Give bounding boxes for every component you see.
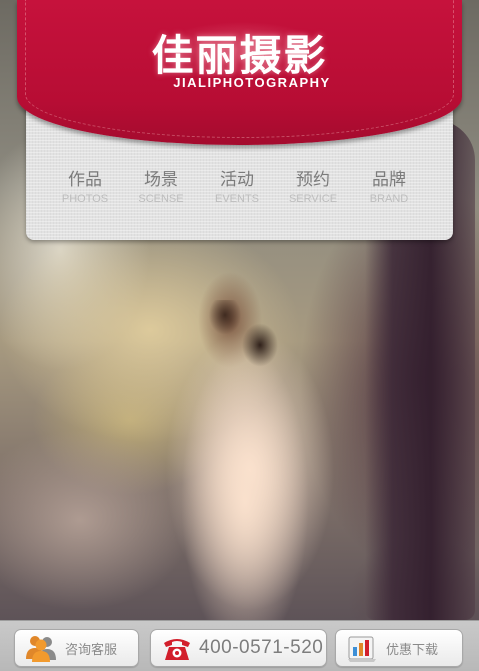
hero-photo-couple [170, 300, 330, 620]
download-label: 优惠下载 [386, 642, 439, 658]
nav-item-sublabel: SCENSE [138, 193, 184, 205]
nav-item-label: 品牌 [372, 170, 406, 190]
nav-item-brand[interactable]: 品牌 BRAND [351, 170, 427, 210]
nav-item-sublabel: SERVICE [288, 193, 338, 205]
nav-item-sublabel: EVENTS [214, 193, 259, 205]
nav-item-label: 场景 [144, 170, 178, 190]
nav-item-sublabel: BRAND [369, 193, 409, 205]
phone-button[interactable]: 400-0571-520 [150, 629, 327, 667]
brand-banner[interactable]: 佳丽摄影 JIALIPHOTOGRAPHY [17, 0, 462, 145]
nav-item-photos[interactable]: 作品 PHOTOS [47, 170, 123, 210]
nav-item-service[interactable]: 预约 SERVICE [275, 170, 351, 210]
chart-download-icon [346, 633, 378, 663]
people-icon [25, 633, 57, 663]
nav-item-label: 活动 [220, 170, 254, 190]
consult-label: 咨询客服 [65, 642, 118, 658]
main-nav: 作品 PHOTOS 场景 SCENSE 活动 EVENTS 预约 SERVICE… [47, 170, 437, 210]
nav-item-events[interactable]: 活动 EVENTS [199, 170, 275, 210]
nav-item-label: 预约 [296, 170, 330, 190]
brand-logo-cn: 佳丽摄影 [151, 31, 328, 80]
phone-number: 400-0571-520 [199, 637, 324, 658]
telephone-icon [161, 633, 193, 663]
consult-button[interactable]: 咨询客服 [14, 629, 139, 667]
bottom-toolbar: 咨询客服 400-0571-520 优惠下载 [0, 620, 479, 671]
brand-logo-en: JIALIPHOTOGRAPHY [173, 75, 331, 90]
nav-item-sublabel: PHOTOS [61, 193, 109, 205]
coupon-download-button[interactable]: 优惠下载 [335, 629, 463, 667]
header: 作品 PHOTOS 场景 SCENSE 活动 EVENTS 预约 SERVICE… [17, 0, 462, 240]
nav-item-label: 作品 [68, 170, 102, 190]
nav-item-scense[interactable]: 场景 SCENSE [123, 170, 199, 210]
